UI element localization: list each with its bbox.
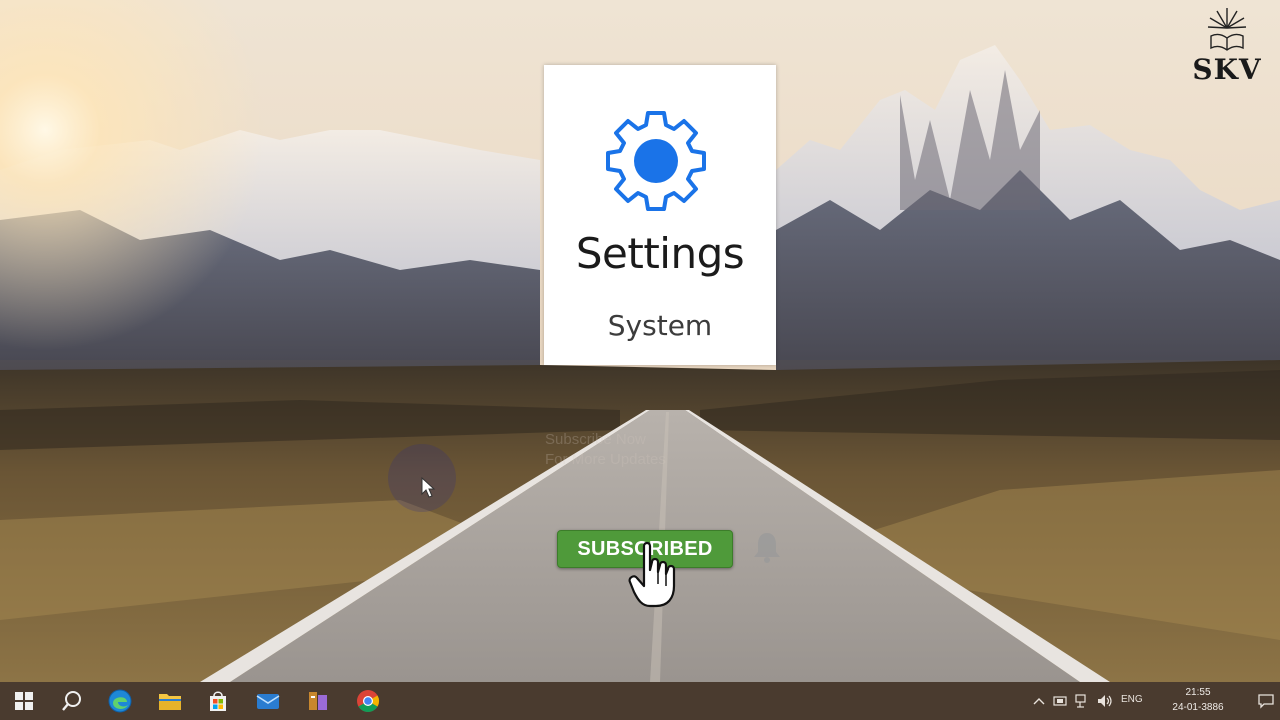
taskbar-clock[interactable]: 21:55 24-01-3886	[1168, 685, 1228, 715]
gear-icon	[606, 111, 706, 211]
mouse-pointer-icon	[388, 444, 456, 512]
show-hidden-icons[interactable]	[1032, 692, 1046, 710]
mail-icon	[256, 694, 280, 709]
taskbar-file-explorer[interactable]	[146, 682, 194, 720]
taskbar-chrome[interactable]	[344, 682, 392, 720]
ghost-line-2: For More Updates	[545, 451, 666, 468]
volume-icon	[1098, 695, 1112, 707]
bell-icon[interactable]	[752, 530, 782, 564]
taskbar: ENG 21:55 24-01-3886	[0, 682, 1280, 720]
settings-subtitle: System	[607, 309, 713, 342]
hand-cursor-icon	[628, 541, 676, 608]
clock-time: 21:55	[1185, 687, 1211, 698]
chrome-icon	[357, 690, 379, 712]
logo-text: SKV	[1192, 53, 1262, 86]
chevron-up-icon	[1033, 698, 1045, 705]
ghost-line-1: Subscribe Now	[545, 431, 646, 448]
store-icon	[210, 691, 226, 711]
notification-center[interactable]	[1256, 692, 1276, 710]
tray-network[interactable]	[1074, 692, 1090, 710]
tray-device[interactable]	[1052, 692, 1068, 710]
ghost-overlay-text: Subscribe Now For More Updates	[545, 430, 666, 470]
start-button[interactable]	[0, 682, 48, 720]
taskbar-app[interactable]	[294, 682, 342, 720]
app-icon	[309, 692, 327, 710]
search-button[interactable]	[48, 682, 96, 720]
settings-app-tile[interactable]: Settings System	[544, 65, 776, 365]
channel-logo: SKV	[1182, 6, 1272, 86]
tray-volume[interactable]	[1096, 692, 1114, 710]
edge-icon	[108, 689, 132, 713]
book-sun-icon	[1207, 8, 1247, 51]
taskbar-store[interactable]	[194, 682, 242, 720]
system-tray: ENG 21:55 24-01-3886	[1020, 682, 1280, 720]
clock-date: 24-01-3886	[1172, 702, 1224, 713]
taskbar-mail[interactable]	[244, 682, 292, 720]
language-indicator[interactable]: ENG	[1121, 694, 1143, 705]
windows-icon	[15, 692, 33, 710]
network-icon	[1075, 694, 1086, 708]
folder-icon	[159, 694, 181, 710]
taskbar-edge[interactable]	[96, 682, 144, 720]
notification-icon	[1258, 694, 1274, 709]
device-icon	[1053, 696, 1067, 706]
search-icon	[62, 691, 81, 711]
settings-title: Settings	[575, 229, 745, 278]
